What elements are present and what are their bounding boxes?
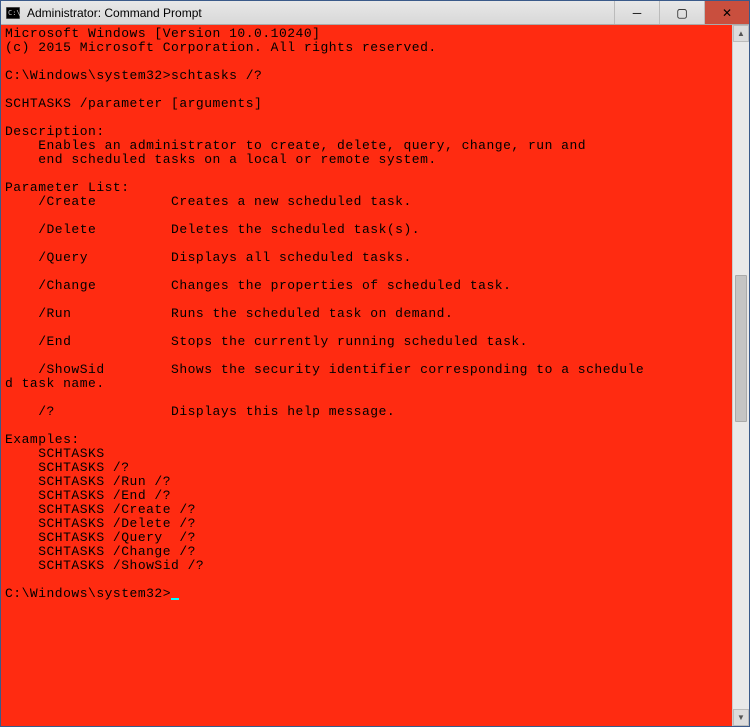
param-name: /Run	[5, 306, 171, 321]
param-desc: Deletes the scheduled task(s).	[171, 222, 420, 237]
description-header: Description:	[5, 124, 105, 139]
window-controls: ─ ▢ ✕	[614, 1, 749, 24]
vertical-scrollbar[interactable]: ▲ ▼	[732, 25, 749, 726]
param-name: /Delete	[5, 222, 171, 237]
scroll-thumb[interactable]	[735, 275, 747, 422]
minimize-icon: ─	[633, 6, 642, 20]
param-row: /? Displays this help message.	[5, 404, 395, 419]
description-text: Enables an administrator to create, dele…	[5, 138, 586, 153]
param-name: /?	[5, 404, 171, 419]
param-row: /Query Displays all scheduled tasks.	[5, 250, 412, 265]
window-title: Administrator: Command Prompt	[25, 6, 614, 20]
param-wrap: d task name.	[5, 376, 105, 391]
close-icon: ✕	[722, 6, 732, 20]
param-desc: Displays all scheduled tasks.	[171, 250, 412, 265]
scroll-down-button[interactable]: ▼	[733, 709, 749, 726]
param-name: /Change	[5, 278, 171, 293]
os-version: Microsoft Windows [Version 10.0.10240]	[5, 26, 320, 41]
svg-text:C:\: C:\	[8, 9, 20, 17]
scroll-up-button[interactable]: ▲	[733, 25, 749, 42]
param-row: /Create Creates a new scheduled task.	[5, 194, 412, 209]
prompt-path: C:\Windows\system32>	[5, 68, 171, 83]
maximize-button[interactable]: ▢	[659, 1, 704, 24]
param-desc: Shows the security identifier correspond…	[171, 362, 644, 377]
param-name: /ShowSid	[5, 362, 171, 377]
param-name: /Query	[5, 250, 171, 265]
example-line: SCHTASKS /?	[5, 460, 130, 475]
console-output[interactable]: Microsoft Windows [Version 10.0.10240] (…	[1, 25, 732, 726]
parameter-list-header: Parameter List:	[5, 180, 130, 195]
param-row: /End Stops the currently running schedul…	[5, 334, 528, 349]
param-name: /Create	[5, 194, 171, 209]
param-desc: Creates a new scheduled task.	[171, 194, 412, 209]
example-line: SCHTASKS /Run /?	[5, 474, 171, 489]
example-line: SCHTASKS /ShowSid /?	[5, 558, 204, 573]
maximize-icon: ▢	[676, 6, 687, 20]
param-row: /ShowSid Shows the security identifier c…	[5, 362, 644, 377]
param-row: /Change Changes the properties of schedu…	[5, 278, 511, 293]
example-line: SCHTASKS /Query /?	[5, 530, 196, 545]
syntax-line: SCHTASKS /parameter [arguments]	[5, 96, 262, 111]
cmd-icon: C:\	[5, 5, 21, 21]
example-line: SCHTASKS /Delete /?	[5, 516, 196, 531]
example-line: SCHTASKS	[5, 446, 105, 461]
prompt-line: C:\Windows\system32>schtasks /?	[5, 68, 262, 83]
entered-command: schtasks /?	[171, 68, 262, 83]
copyright: (c) 2015 Microsoft Corporation. All righ…	[5, 40, 437, 55]
param-desc: Stops the currently running scheduled ta…	[171, 334, 528, 349]
prompt-path: C:\Windows\system32>	[5, 586, 171, 601]
description-text: end scheduled tasks on a local or remote…	[5, 152, 437, 167]
titlebar[interactable]: C:\ Administrator: Command Prompt ─ ▢ ✕	[1, 1, 749, 25]
command-prompt-window: C:\ Administrator: Command Prompt ─ ▢ ✕ …	[0, 0, 750, 727]
param-name: /End	[5, 334, 171, 349]
scroll-track[interactable]	[733, 42, 749, 709]
param-desc: Displays this help message.	[171, 404, 395, 419]
minimize-button[interactable]: ─	[614, 1, 659, 24]
prompt-line-current: C:\Windows\system32>	[5, 586, 179, 601]
param-row: /Run Runs the scheduled task on demand.	[5, 306, 453, 321]
examples-header: Examples:	[5, 432, 80, 447]
example-line: SCHTASKS /Create /?	[5, 502, 196, 517]
param-desc: Runs the scheduled task on demand.	[171, 306, 453, 321]
param-desc: Changes the properties of scheduled task…	[171, 278, 511, 293]
console-area: Microsoft Windows [Version 10.0.10240] (…	[1, 25, 749, 726]
cursor	[171, 598, 179, 600]
param-row: /Delete Deletes the scheduled task(s).	[5, 222, 420, 237]
close-button[interactable]: ✕	[704, 1, 749, 24]
example-line: SCHTASKS /End /?	[5, 488, 171, 503]
example-line: SCHTASKS /Change /?	[5, 544, 196, 559]
